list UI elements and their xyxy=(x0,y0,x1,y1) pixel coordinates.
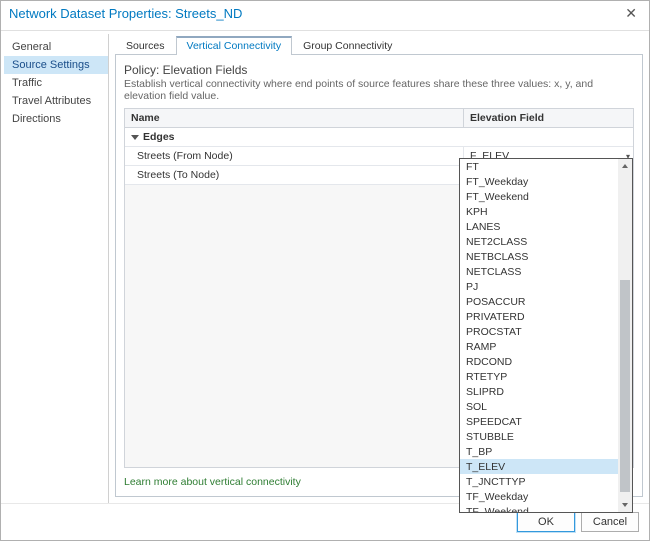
triangle-down-icon xyxy=(622,503,628,507)
dropdown-item[interactable]: RDCOND xyxy=(460,354,618,369)
chevron-down-icon xyxy=(131,135,139,140)
grid-header: Name Elevation Field xyxy=(124,108,634,128)
row-name: Streets (From Node) xyxy=(125,147,463,165)
title-bar: Network Dataset Properties: Streets_ND ✕ xyxy=(1,1,649,31)
policy-description: Establish vertical connectivity where en… xyxy=(124,78,634,102)
close-icon[interactable]: ✕ xyxy=(621,5,641,22)
dropdown-item[interactable]: STUBBLE xyxy=(460,429,618,444)
sidebar-item-travel-attributes[interactable]: Travel Attributes xyxy=(4,92,108,110)
tab-group-connectivity[interactable]: Group Connectivity xyxy=(292,36,403,55)
dropdown-item[interactable]: T_JNCTTYP xyxy=(460,474,618,489)
dropdown-item[interactable]: RTETYP xyxy=(460,369,618,384)
dropdown-item[interactable]: FT xyxy=(460,159,618,174)
sidebar-item-traffic[interactable]: Traffic xyxy=(4,74,108,92)
scroll-thumb[interactable] xyxy=(620,280,630,491)
dropdown-item[interactable]: SLIPRD xyxy=(460,384,618,399)
dropdown-item[interactable]: FT_Weekend xyxy=(460,189,618,204)
dropdown-item[interactable]: SOL xyxy=(460,399,618,414)
tabs-bar: Sources Vertical Connectivity Group Conn… xyxy=(115,36,643,55)
sidebar-item-general[interactable]: General xyxy=(4,38,108,56)
dropdown-item[interactable]: TF_Weekend xyxy=(460,504,618,512)
sidebar-item-source-settings[interactable]: Source Settings xyxy=(4,56,108,74)
dropdown-item[interactable]: NETCLASS xyxy=(460,264,618,279)
column-header-name[interactable]: Name xyxy=(125,109,463,127)
dropdown-item[interactable]: LANES xyxy=(460,219,618,234)
dropdown-item[interactable]: PJ xyxy=(460,279,618,294)
policy-title: Policy: Elevation Fields xyxy=(124,63,634,77)
dropdown-item[interactable]: T_BP xyxy=(460,444,618,459)
dropdown-item[interactable]: POSACCUR xyxy=(460,294,618,309)
cancel-button[interactable]: Cancel xyxy=(581,512,639,532)
dropdown-scrollbar[interactable] xyxy=(618,159,632,512)
dropdown-item[interactable]: NETBCLASS xyxy=(460,249,618,264)
dropdown-item[interactable]: RAMP xyxy=(460,339,618,354)
tab-content: Policy: Elevation Fields Establish verti… xyxy=(115,55,643,497)
window-title: Network Dataset Properties: Streets_ND xyxy=(9,6,242,21)
sidebar-item-directions[interactable]: Directions xyxy=(4,110,108,128)
column-header-elevation-field[interactable]: Elevation Field xyxy=(463,109,633,127)
tab-vertical-connectivity[interactable]: Vertical Connectivity xyxy=(176,36,293,55)
group-label: Edges xyxy=(143,131,175,143)
scroll-up-button[interactable] xyxy=(618,159,632,173)
ok-button[interactable]: OK xyxy=(517,512,575,532)
dialog-body: General Source Settings Traffic Travel A… xyxy=(1,31,649,503)
dropdown-item[interactable]: TF_Weekday xyxy=(460,489,618,504)
group-row-edges[interactable]: Edges xyxy=(125,128,633,147)
scroll-track[interactable] xyxy=(618,173,632,498)
main-panel: Sources Vertical Connectivity Group Conn… xyxy=(109,34,649,503)
dropdown-item[interactable]: KPH xyxy=(460,204,618,219)
dropdown-item[interactable]: SPEEDCAT xyxy=(460,414,618,429)
dropdown-list: FTFT_WeekdayFT_WeekendKPHLANESNET2CLASSN… xyxy=(460,159,618,512)
elevation-field-dropdown: FTFT_WeekdayFT_WeekendKPHLANESNET2CLASSN… xyxy=(459,158,633,513)
tab-sources[interactable]: Sources xyxy=(115,36,176,55)
dropdown-item[interactable]: PRIVATERD xyxy=(460,309,618,324)
dropdown-item[interactable]: PROCSTAT xyxy=(460,324,618,339)
dropdown-item[interactable]: NET2CLASS xyxy=(460,234,618,249)
dropdown-item[interactable]: FT_Weekday xyxy=(460,174,618,189)
sidebar-nav: General Source Settings Traffic Travel A… xyxy=(4,34,109,503)
triangle-up-icon xyxy=(622,164,628,168)
dropdown-item[interactable]: T_ELEV xyxy=(460,459,618,474)
scroll-down-button[interactable] xyxy=(618,498,632,512)
row-name: Streets (To Node) xyxy=(125,166,465,184)
